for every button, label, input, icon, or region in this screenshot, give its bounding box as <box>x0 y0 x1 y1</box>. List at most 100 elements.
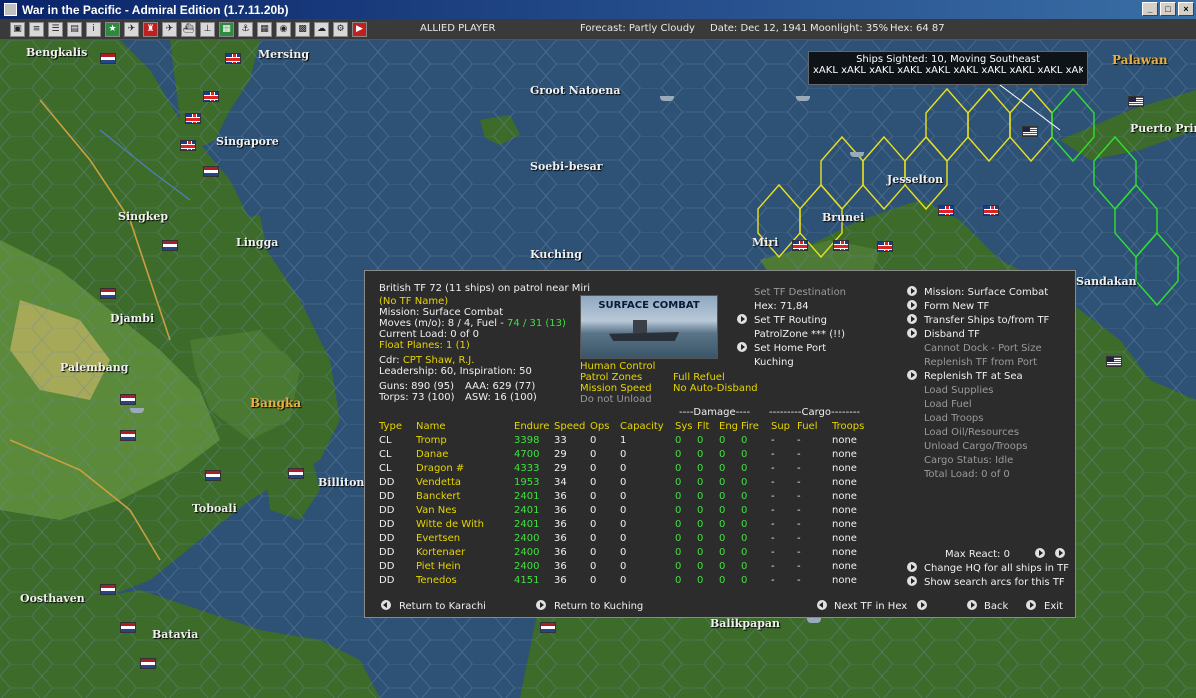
dutch-flag-icon[interactable] <box>203 166 219 177</box>
table-row[interactable]: DD Kortenaer 2400 36 0 0 0 0 0 0 - - none <box>379 545 882 559</box>
list-icon[interactable]: ☰ <box>48 21 63 37</box>
british-flag-icon[interactable] <box>877 241 893 252</box>
patrol-zone[interactable]: PatrolZone *** (!!) <box>754 329 845 340</box>
table-row[interactable]: DD Banckert 2401 36 0 0 0 0 0 0 - - none <box>379 489 882 503</box>
star-icon[interactable]: ★ <box>105 21 120 37</box>
settings-icon[interactable]: ⚙ <box>333 21 348 37</box>
ship-name[interactable]: Witte de With <box>416 517 514 531</box>
table-row[interactable]: DD Piet Hein 2400 36 0 0 0 0 0 0 - - none <box>379 559 882 573</box>
col-flt[interactable]: Flt <box>697 419 719 433</box>
ship-name[interactable]: Piet Hein <box>416 559 514 573</box>
mission-button[interactable]: Mission: Surface Combat <box>924 287 1048 298</box>
back-button[interactable]: Back <box>984 601 1008 612</box>
col-capacity[interactable]: Capacity <box>620 419 675 433</box>
dutch-flag-icon[interactable] <box>120 430 136 441</box>
col-endure[interactable]: Endure <box>514 419 554 433</box>
load-troops-button[interactable]: Load Troops <box>924 413 984 424</box>
arrow-right-icon[interactable] <box>917 600 927 610</box>
commander-name[interactable]: CPT Shaw, R.J. <box>403 355 475 366</box>
ship-name[interactable]: Tenedos <box>416 573 514 587</box>
col-sup[interactable]: Sup <box>771 419 797 433</box>
ship-name[interactable]: Banckert <box>416 489 514 503</box>
end-turn-icon[interactable]: ▶ <box>352 21 367 37</box>
arrow-right-icon[interactable] <box>1026 600 1036 610</box>
grid-icon[interactable]: ▦ <box>257 21 272 37</box>
dutch-flag-icon[interactable] <box>288 468 304 479</box>
arrow-right-icon[interactable] <box>907 562 917 572</box>
ship-name[interactable]: Kortenaer <box>416 545 514 559</box>
dutch-flag-icon[interactable] <box>140 658 156 669</box>
british-flag-icon[interactable] <box>180 140 196 151</box>
return-to-kuching-button[interactable]: Return to Kuching <box>554 601 643 612</box>
arrow-left-icon[interactable] <box>817 600 827 610</box>
ship-marker-icon[interactable] <box>807 618 821 623</box>
aircraft-icon[interactable]: ✈ <box>124 21 139 37</box>
disband-tf-button[interactable]: Disband TF <box>924 329 980 340</box>
mission-speed-toggle[interactable]: Mission Speed <box>580 383 652 394</box>
col-eng[interactable]: Eng <box>719 419 741 433</box>
form-new-tf-button[interactable]: Form New TF <box>924 301 989 312</box>
col-fire[interactable]: Fire <box>741 419 771 433</box>
arrow-right-icon[interactable] <box>1035 548 1045 558</box>
british-flag-icon[interactable] <box>938 205 954 216</box>
ship-marker-icon[interactable] <box>130 408 144 413</box>
document-icon[interactable]: ▤ <box>67 21 82 37</box>
ship-name[interactable]: Evertsen <box>416 531 514 545</box>
oil-icon[interactable]: ◉ <box>276 21 291 37</box>
us-flag-icon[interactable] <box>1128 96 1144 107</box>
col-ops[interactable]: Ops <box>590 419 620 433</box>
minimize-button[interactable]: _ <box>1142 2 1158 16</box>
dutch-flag-icon[interactable] <box>100 53 116 64</box>
set-tf-routing-button[interactable]: Set TF Routing <box>754 315 827 326</box>
load-fuel-button[interactable]: Load Fuel <box>924 399 972 410</box>
show-search-arcs-button[interactable]: Show search arcs for this TF <box>924 577 1065 588</box>
col-type[interactable]: Type <box>379 419 416 433</box>
weather-icon[interactable]: ☁ <box>314 21 329 37</box>
dutch-flag-icon[interactable] <box>120 394 136 405</box>
arrow-right-icon[interactable] <box>907 328 917 338</box>
col-fuel[interactable]: Fuel <box>797 419 832 433</box>
table-row[interactable]: DD Tenedos 4151 36 0 0 0 0 0 0 - - none <box>379 573 882 587</box>
ship-name[interactable]: Vendetta <box>416 475 514 489</box>
table-row[interactable]: CL Dragon #4333 29 0 0 0 0 0 0 - - none <box>379 461 882 475</box>
human-control-toggle[interactable]: Human Control <box>580 361 655 372</box>
arrow-right-icon[interactable] <box>737 342 747 352</box>
arrow-right-icon[interactable] <box>907 286 917 296</box>
ship-name[interactable]: Danae <box>416 447 514 461</box>
dutch-flag-icon[interactable] <box>100 288 116 299</box>
table-row[interactable]: DD Witte de With 2401 36 0 0 0 0 0 0 - - none <box>379 517 882 531</box>
port-icon[interactable]: ⚓ <box>238 21 253 37</box>
table-row[interactable]: DD Van Nes 2401 36 0 0 0 0 0 0 - - none <box>379 503 882 517</box>
load-supplies-button[interactable]: Load Supplies <box>924 385 993 396</box>
dutch-flag-icon[interactable] <box>540 622 556 633</box>
base-icon[interactable]: ▦ <box>219 21 234 37</box>
maximize-button[interactable]: □ <box>1160 2 1176 16</box>
dutch-flag-icon[interactable] <box>205 470 221 481</box>
mission-image[interactable]: SURFACE COMBAT <box>580 295 718 359</box>
airfield-icon[interactable]: ⊥ <box>200 21 215 37</box>
col-name[interactable]: Name <box>416 419 514 433</box>
set-tf-destination[interactable]: Set TF Destination <box>754 287 846 298</box>
replenish-port-button[interactable]: Replenish TF from Port <box>924 357 1037 368</box>
next-tf-in-hex-button[interactable]: Next TF in Hex <box>834 601 907 612</box>
col-sys[interactable]: Sys <box>675 419 697 433</box>
british-flag-icon[interactable] <box>833 240 849 251</box>
dutch-flag-icon[interactable] <box>120 622 136 633</box>
close-button[interactable]: × <box>1178 2 1194 16</box>
info-icon[interactable]: i <box>86 21 101 37</box>
tf-name[interactable]: (No TF Name) <box>379 296 448 307</box>
no-auto-disband-toggle[interactable]: No Auto-Disband <box>673 383 758 394</box>
arrow-right-icon[interactable] <box>907 370 917 380</box>
british-flag-icon[interactable] <box>983 205 999 216</box>
arrow-right-icon[interactable] <box>907 300 917 310</box>
ship-marker-icon[interactable] <box>796 96 810 101</box>
load-oil-button[interactable]: Load Oil/Resources <box>924 427 1019 438</box>
us-flag-icon[interactable] <box>1106 356 1122 367</box>
patrol-zones-toggle[interactable]: Patrol Zones <box>580 372 642 383</box>
transfer-ships-button[interactable]: Transfer Ships to/from TF <box>924 315 1049 326</box>
exit-button[interactable]: Exit <box>1044 601 1063 612</box>
dutch-flag-icon[interactable] <box>162 240 178 251</box>
arrow-right-icon[interactable] <box>907 576 917 586</box>
table-row[interactable]: CL Tromp 3398 33 0 1 0 0 0 0 - - none <box>379 433 882 447</box>
ship-icon[interactable]: ♜ <box>143 21 158 37</box>
